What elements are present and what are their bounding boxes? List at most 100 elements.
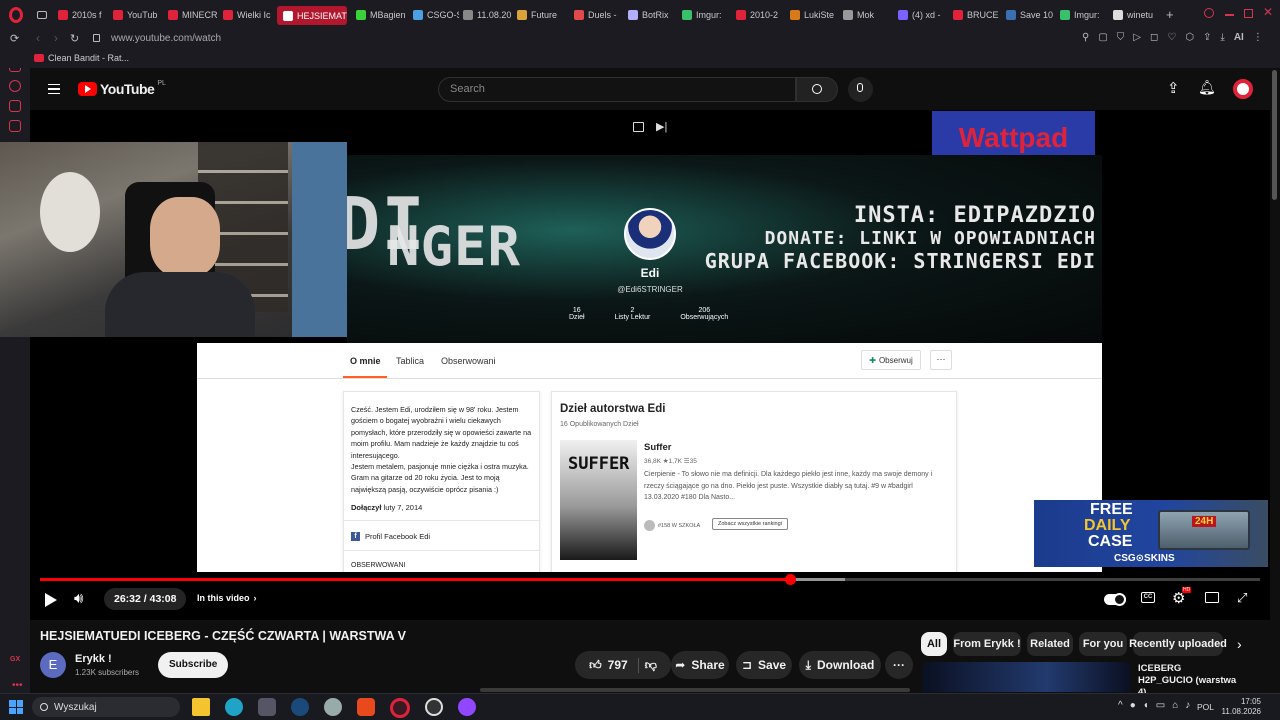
tray-arrow-icon[interactable]: ^ (1118, 700, 1123, 711)
play-icon[interactable]: ▷ (1133, 32, 1141, 43)
obs-app-icon[interactable] (258, 698, 276, 716)
new-tab-icon[interactable]: + (1166, 7, 1174, 22)
windows-start-icon[interactable] (9, 700, 23, 714)
skip-next-icon[interactable]: ▶| (656, 120, 667, 133)
share-icon[interactable]: ⇪ (1203, 32, 1211, 43)
browser-tab[interactable]: 2010s f (58, 5, 102, 25)
menu-icon[interactable]: ⋮ (1253, 32, 1263, 43)
save-button[interactable]: ⊐ Save (736, 651, 792, 679)
voice-search-button[interactable] (848, 77, 873, 102)
tab-about[interactable]: O mnie (350, 356, 381, 366)
browser-tab[interactable]: 2010-2 (736, 5, 778, 25)
follow-button[interactable]: ✚ Obserwuj (861, 350, 921, 370)
search-box[interactable]: Search (438, 77, 796, 102)
reload-cycle-icon[interactable]: ⟳ (10, 32, 19, 45)
autoplay-toggle[interactable] (1104, 593, 1126, 606)
edge-icon[interactable] (225, 698, 243, 716)
fullscreen-icon[interactable]: ⤢ (1237, 590, 1247, 606)
page-scrollbar[interactable] (1272, 70, 1277, 200)
browser-tab[interactable]: (4) xd - (898, 5, 941, 25)
reload-icon[interactable]: ↻ (70, 32, 79, 45)
maximize-icon[interactable] (1244, 9, 1253, 18)
microphone-tray-icon[interactable]: ● (1130, 700, 1136, 711)
browser-tab[interactable]: CSGO-S (413, 5, 459, 25)
tab-board[interactable]: Tablica (396, 356, 424, 366)
display-tray-icon[interactable]: ▭ (1156, 700, 1165, 711)
book-title[interactable]: Suffer (644, 442, 671, 453)
browser-tab[interactable]: Wielki Ic (223, 5, 271, 25)
browser-tab[interactable]: Imgur: (1060, 5, 1100, 25)
sidebar-messenger-icon[interactable] (9, 80, 21, 92)
horizontal-scrollbar[interactable] (480, 688, 910, 692)
chips-next-chevron-icon[interactable]: › (1237, 636, 1242, 652)
bookmark-item[interactable]: Clean Bandit - Rat... (34, 53, 129, 63)
ai-icon[interactable]: AI (1234, 32, 1244, 43)
obs-studio-icon[interactable] (425, 698, 443, 716)
close-window-icon[interactable]: ✕ (1263, 5, 1273, 19)
wallet-icon[interactable]: ◻ (1150, 32, 1158, 43)
settings-app-icon[interactable] (324, 698, 342, 716)
browser-tab[interactable]: MBagien (356, 5, 406, 25)
create-upload-icon[interactable]: ⇪ (1167, 79, 1180, 97)
forward-icon[interactable]: › (54, 31, 58, 45)
extensions-icon[interactable]: ⬡ (1185, 32, 1194, 43)
browser-tab[interactable]: 11.08.20 (463, 5, 511, 25)
book-cover[interactable]: SUFFER (560, 440, 637, 560)
browser-tab[interactable]: Save 10 (1006, 5, 1053, 25)
tab-following[interactable]: Obserwowani (441, 356, 496, 366)
browser-tab[interactable]: Duels - (574, 5, 617, 25)
more-actions-button[interactable]: ··· (885, 651, 913, 679)
browser-tab[interactable]: HEJSIEMAT (277, 6, 347, 25)
url-field[interactable]: www.youtube.com/watch (111, 33, 221, 44)
like-button[interactable]: 👍︎ 797 (589, 657, 639, 673)
recommended-thumbnail[interactable] (922, 662, 1130, 692)
notifications-bell-icon[interactable]: 🔔︎ (1198, 79, 1216, 96)
youtube-logo[interactable]: YouTube PL (78, 80, 166, 97)
browser-tab[interactable]: Mok (843, 5, 874, 25)
more-options-button[interactable]: ··· (930, 350, 952, 370)
chip-for-you[interactable]: For you (1079, 632, 1127, 656)
all-rankings-button[interactable]: Zobacz wszystkie rankingi (712, 518, 788, 530)
channel-name[interactable]: Erykk ! (75, 653, 112, 665)
dislike-button[interactable]: 👎︎ (645, 658, 657, 673)
heart-icon[interactable]: ♡ (1167, 32, 1176, 43)
taskbar-search[interactable]: Wyszukaj (32, 697, 180, 717)
sidebar-app-icon-2[interactable] (9, 120, 21, 132)
twitch-app-icon[interactable] (458, 698, 476, 716)
browser-tab[interactable]: Imgur: (682, 5, 722, 25)
file-explorer-icon[interactable] (192, 698, 210, 716)
chapters-button[interactable]: In this video › (197, 593, 257, 603)
shield-icon[interactable]: ⛉ (1117, 32, 1125, 43)
chip-all[interactable]: All (921, 632, 947, 656)
search-input[interactable]: Search (450, 83, 485, 95)
steam-icon[interactable] (291, 698, 309, 716)
browser-tab[interactable]: MINECR (168, 5, 218, 25)
subscribe-button[interactable]: Subscribe (158, 652, 229, 678)
back-icon[interactable]: ‹ (36, 31, 40, 45)
volume-tray-icon[interactable]: ♪ (1185, 700, 1190, 711)
captions-icon[interactable]: CC (1141, 592, 1155, 603)
opera-logo-icon[interactable] (9, 7, 23, 23)
sidebar-gx-icon[interactable]: GX (10, 656, 20, 663)
browser-tab[interactable]: Future (517, 5, 557, 25)
browser-tab[interactable]: winetu (1113, 5, 1153, 25)
browser-tab[interactable]: YouTub (113, 5, 157, 25)
download-button[interactable]: ⤓ Download (799, 651, 881, 679)
sidebar-more-icon[interactable]: ••• (12, 680, 23, 691)
sidebar-chat-icon[interactable] (9, 100, 21, 112)
search-button[interactable] (796, 77, 838, 102)
opera-gx-icon[interactable] (390, 698, 410, 718)
chip-related[interactable]: Related (1027, 632, 1073, 656)
browser-tab[interactable]: LukiSte (790, 5, 834, 25)
clock[interactable]: 17:05 11.08.2026 (1219, 697, 1261, 717)
channel-avatar[interactable]: E (40, 652, 66, 678)
network-tray-icon[interactable]: ⌂ (1172, 700, 1178, 711)
miniplayer-icon[interactable] (633, 122, 644, 132)
account-avatar[interactable] (1233, 79, 1253, 99)
browser-tab[interactable]: BotRix (628, 5, 669, 25)
play-button[interactable] (42, 592, 58, 608)
pin-icon[interactable]: ⚲ (1082, 32, 1089, 43)
speaker-tray-icon[interactable]: ◖ (1143, 700, 1149, 711)
facebook-link[interactable]: f Profil Facebook Edi (351, 532, 430, 541)
settings-gear-icon[interactable]: ⚙ HD (1172, 587, 1192, 607)
